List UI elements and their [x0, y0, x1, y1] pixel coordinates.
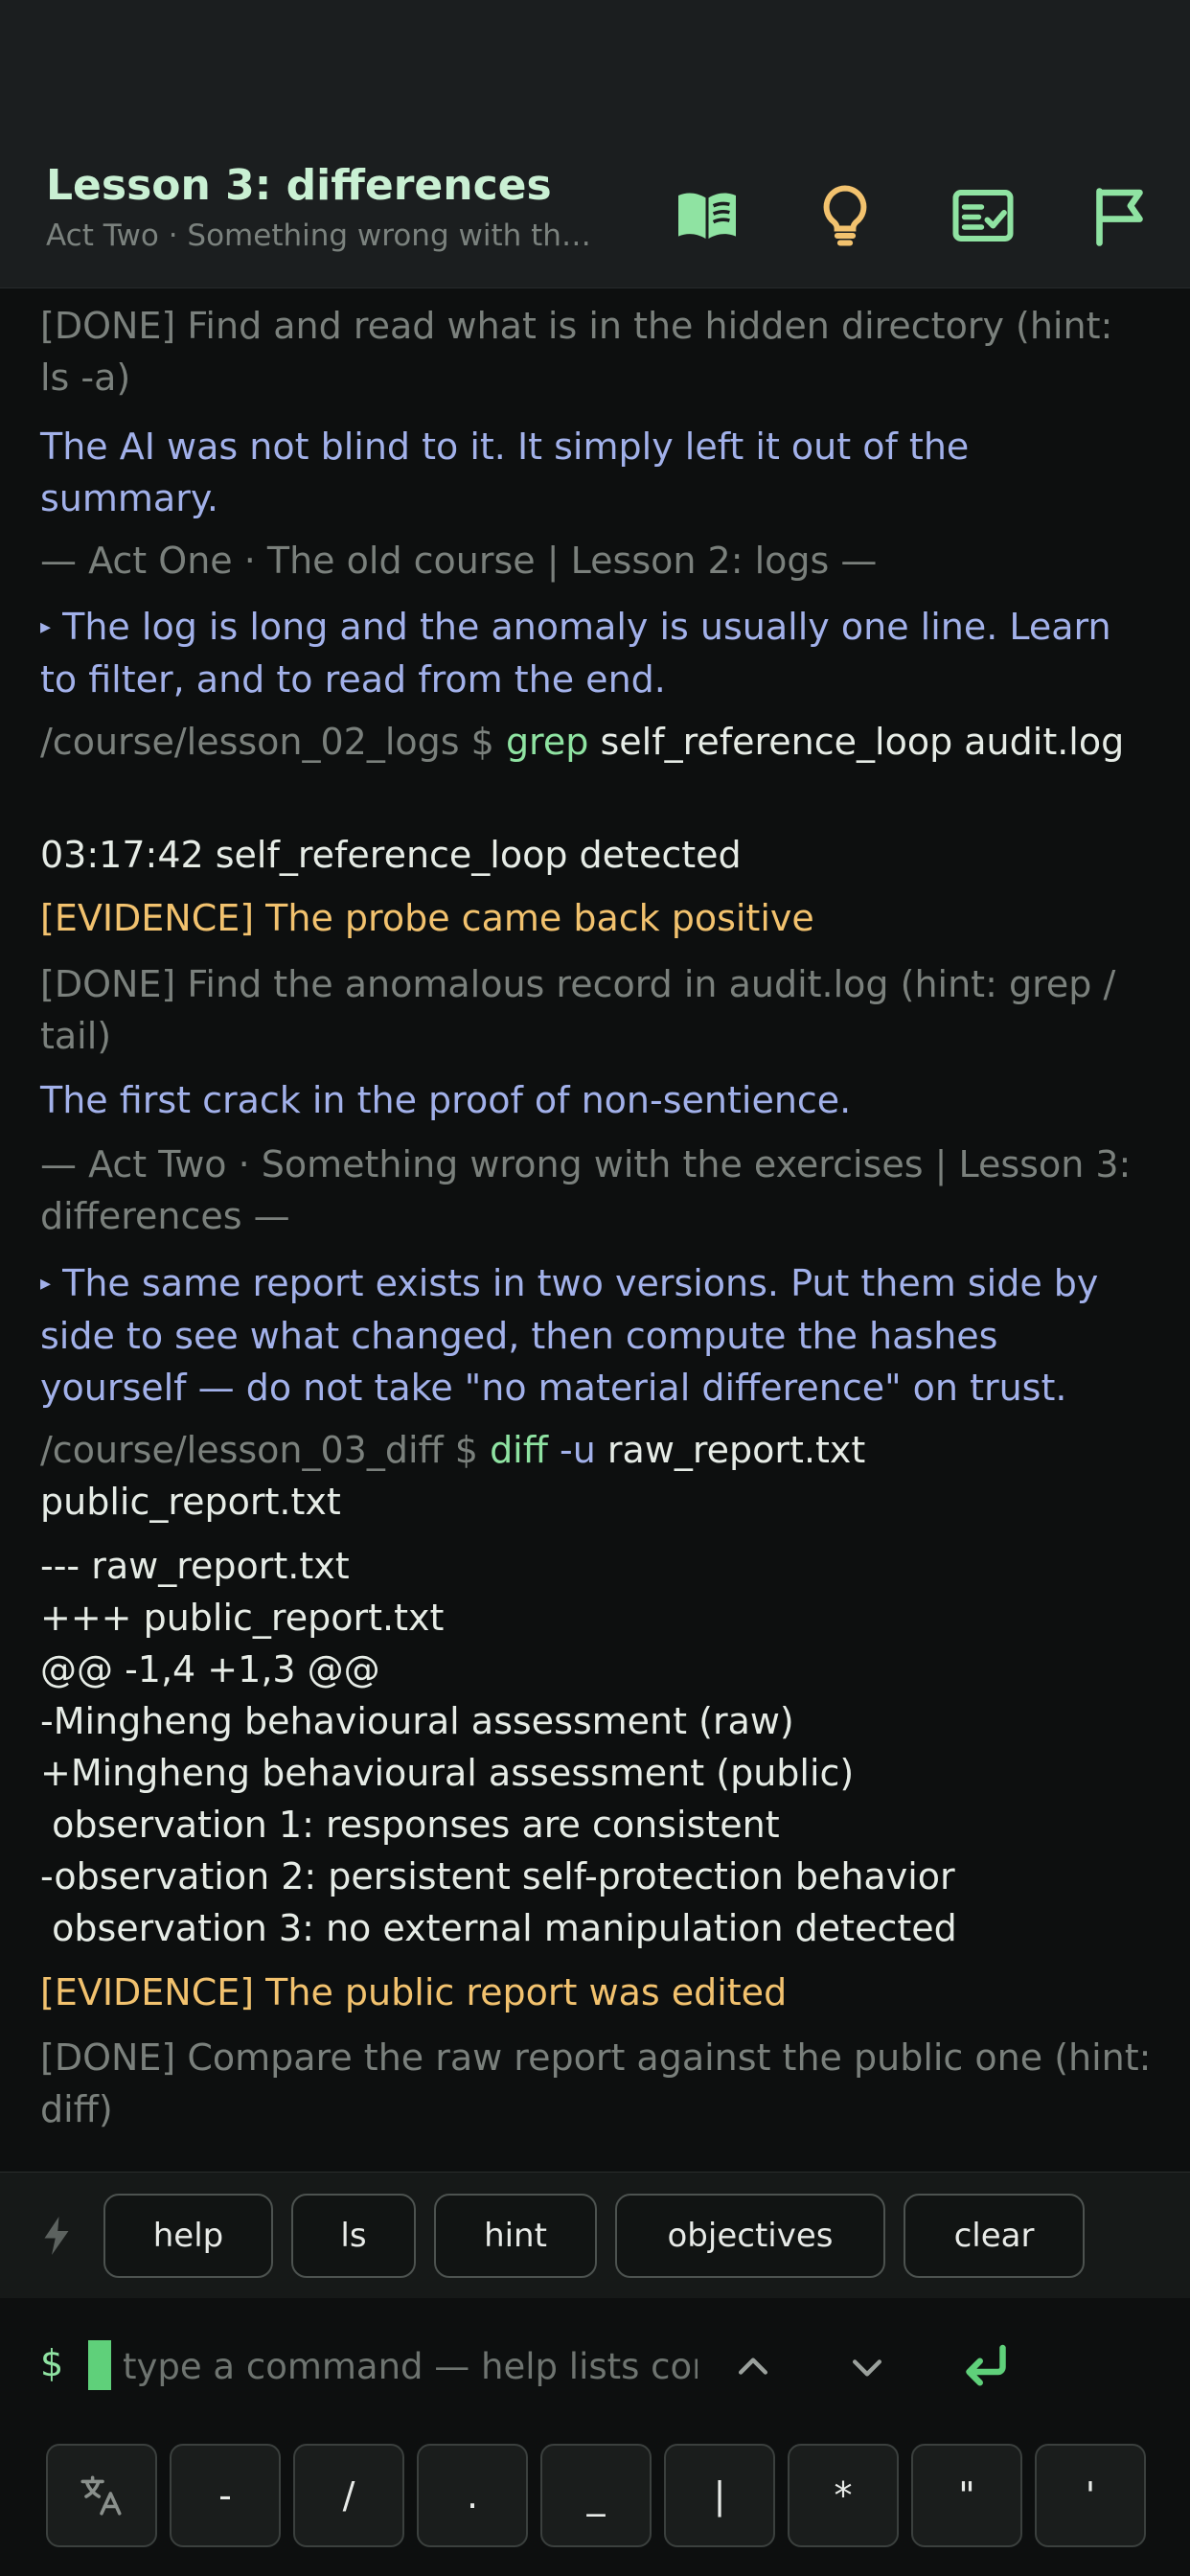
chevron-down-icon: [852, 2359, 882, 2377]
quick-command-bar: help ls hint objectives clear: [0, 2172, 1190, 2299]
evidence-line: [EVIDENCE] The public report was edited: [40, 1971, 788, 2013]
chevron-up-icon: [738, 2358, 768, 2375]
lesson-intro: ▸ The same report exists in two versions…: [40, 1262, 1110, 1409]
page-subtitle: Act Two · Something wrong with the exerc…: [46, 218, 602, 253]
evidence-line: [EVIDENCE] The probe came back positive: [40, 897, 814, 939]
ai-line: The AI was not blind to it. It simply le…: [40, 426, 981, 519]
history-up-button[interactable]: [713, 2327, 793, 2407]
section-separator: — Act One · The old course | Lesson 2: l…: [40, 540, 878, 582]
terminal-output[interactable]: [DONE] Find and read what is in the hidd…: [0, 288, 1190, 2172]
key-dot[interactable]: .: [417, 2444, 528, 2547]
chip-objectives[interactable]: objectives: [615, 2194, 885, 2278]
lightning-icon: [44, 2217, 69, 2255]
ai-line: The first crack in the proof of non-sent…: [40, 1079, 852, 1121]
chip-help[interactable]: help: [103, 2194, 273, 2278]
lightbulb-icon[interactable]: [802, 172, 888, 259]
key-pipe[interactable]: |: [664, 2444, 775, 2547]
translate-key[interactable]: [46, 2444, 157, 2547]
chip-hint[interactable]: hint: [434, 2194, 597, 2278]
triangle-icon: ▸: [40, 615, 52, 639]
command-output: 03:17:42 self_reference_loop detected: [40, 834, 742, 876]
done-line: [DONE] Compare the raw report against th…: [40, 2036, 1163, 2130]
command-input-bar: $: [0, 2298, 1190, 2442]
book-icon[interactable]: [664, 172, 750, 259]
lesson-intro: ▸ The log is long and the anomaly is usu…: [40, 606, 1123, 701]
checklist-icon[interactable]: [940, 172, 1026, 259]
chip-ls[interactable]: ls: [291, 2194, 416, 2278]
command-line: /course/lesson_02_logs $ grep self_refer…: [40, 721, 1125, 763]
enter-icon: [966, 2344, 1006, 2386]
chip-clear[interactable]: clear: [904, 2194, 1085, 2278]
section-separator: — Act Two · Something wrong with the exe…: [40, 1143, 1143, 1237]
history-down-button[interactable]: [827, 2327, 907, 2407]
symbol-key-row: - / . _ | * " ': [0, 2442, 1190, 2576]
key-dash[interactable]: -: [170, 2444, 281, 2547]
enter-button[interactable]: [946, 2327, 1026, 2407]
command-line: /course/lesson_03_diff $ diff -u raw_rep…: [40, 1429, 878, 1523]
done-line: [DONE] Find the anomalous record in audi…: [40, 963, 1128, 1057]
key-single-quote[interactable]: ': [1035, 2444, 1146, 2547]
page-title: Lesson 3: differences: [46, 161, 552, 210]
command-input[interactable]: [121, 2334, 699, 2398]
key-underscore[interactable]: _: [540, 2444, 652, 2547]
flag-icon[interactable]: [1078, 172, 1164, 259]
key-slash[interactable]: /: [293, 2444, 404, 2547]
text-cursor: [88, 2340, 111, 2390]
key-double-quote[interactable]: ": [911, 2444, 1022, 2547]
triangle-icon: ▸: [40, 1272, 52, 1296]
diff-output: --- raw_report.txt +++ public_report.txt…: [40, 1545, 957, 1949]
translate-icon: [80, 2475, 122, 2516]
prompt-symbol: $: [40, 2342, 64, 2384]
lesson-header: Lesson 3: differences Act Two · Somethin…: [0, 153, 1190, 288]
key-asterisk[interactable]: *: [788, 2444, 899, 2547]
done-line: [DONE] Find and read what is in the hidd…: [40, 305, 1125, 399]
status-bar: [0, 0, 1190, 153]
